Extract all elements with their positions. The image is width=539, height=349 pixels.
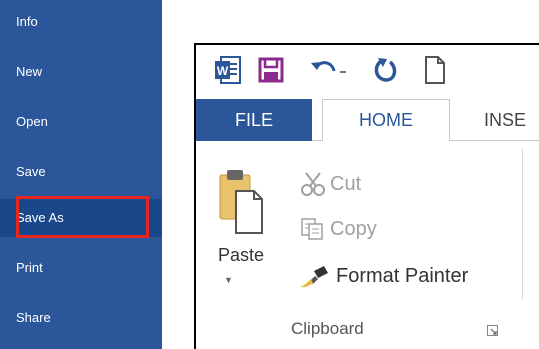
undo-icon[interactable] [310, 55, 350, 85]
paste-label: Paste [218, 245, 265, 265]
backstage-menu: Info New Open Save Save As Print Share [0, 0, 162, 349]
new-document-icon[interactable] [422, 55, 448, 85]
cut-label: Cut [330, 173, 362, 195]
menu-item-info[interactable]: Info [0, 3, 162, 41]
ribbon-home: Paste ▼ Cut Copy Format Painter Clipboar… [196, 141, 539, 349]
ribbon-tabs: FILE HOME INSE [196, 95, 539, 141]
quick-access-toolbar: W [196, 45, 539, 95]
menu-item-save[interactable]: Save [0, 153, 162, 191]
menu-item-open[interactable]: Open [0, 103, 162, 141]
ribbon-separator [522, 149, 523, 299]
format-painter-icon [300, 266, 328, 288]
word-window: W FILE HOME INSE Paste ▼ Cut Copy Format… [194, 43, 539, 349]
paste-icon [219, 170, 263, 234]
svg-text:W: W [217, 64, 229, 78]
copy-label: Copy [330, 218, 377, 240]
menu-item-new[interactable]: New [0, 53, 162, 91]
dialog-launcher-icon[interactable] [487, 325, 499, 337]
scissors-icon [301, 172, 325, 196]
tab-file[interactable]: FILE [196, 99, 312, 141]
format-painter-label: Format Painter [336, 265, 469, 287]
clipboard-group-label: Clipboard [291, 319, 364, 338]
menu-item-share[interactable]: Share [0, 299, 162, 337]
paste-dropdown-arrow-icon[interactable]: ▼ [224, 275, 233, 285]
tab-insert[interactable]: INSE [484, 99, 526, 141]
save-as-highlight-box [16, 196, 149, 238]
tab-home[interactable]: HOME [322, 99, 450, 141]
copy-icon [301, 218, 323, 240]
save-icon[interactable] [258, 55, 284, 85]
menu-item-print[interactable]: Print [0, 249, 162, 287]
redo-icon[interactable] [372, 55, 400, 85]
word-logo-icon: W [215, 56, 241, 84]
